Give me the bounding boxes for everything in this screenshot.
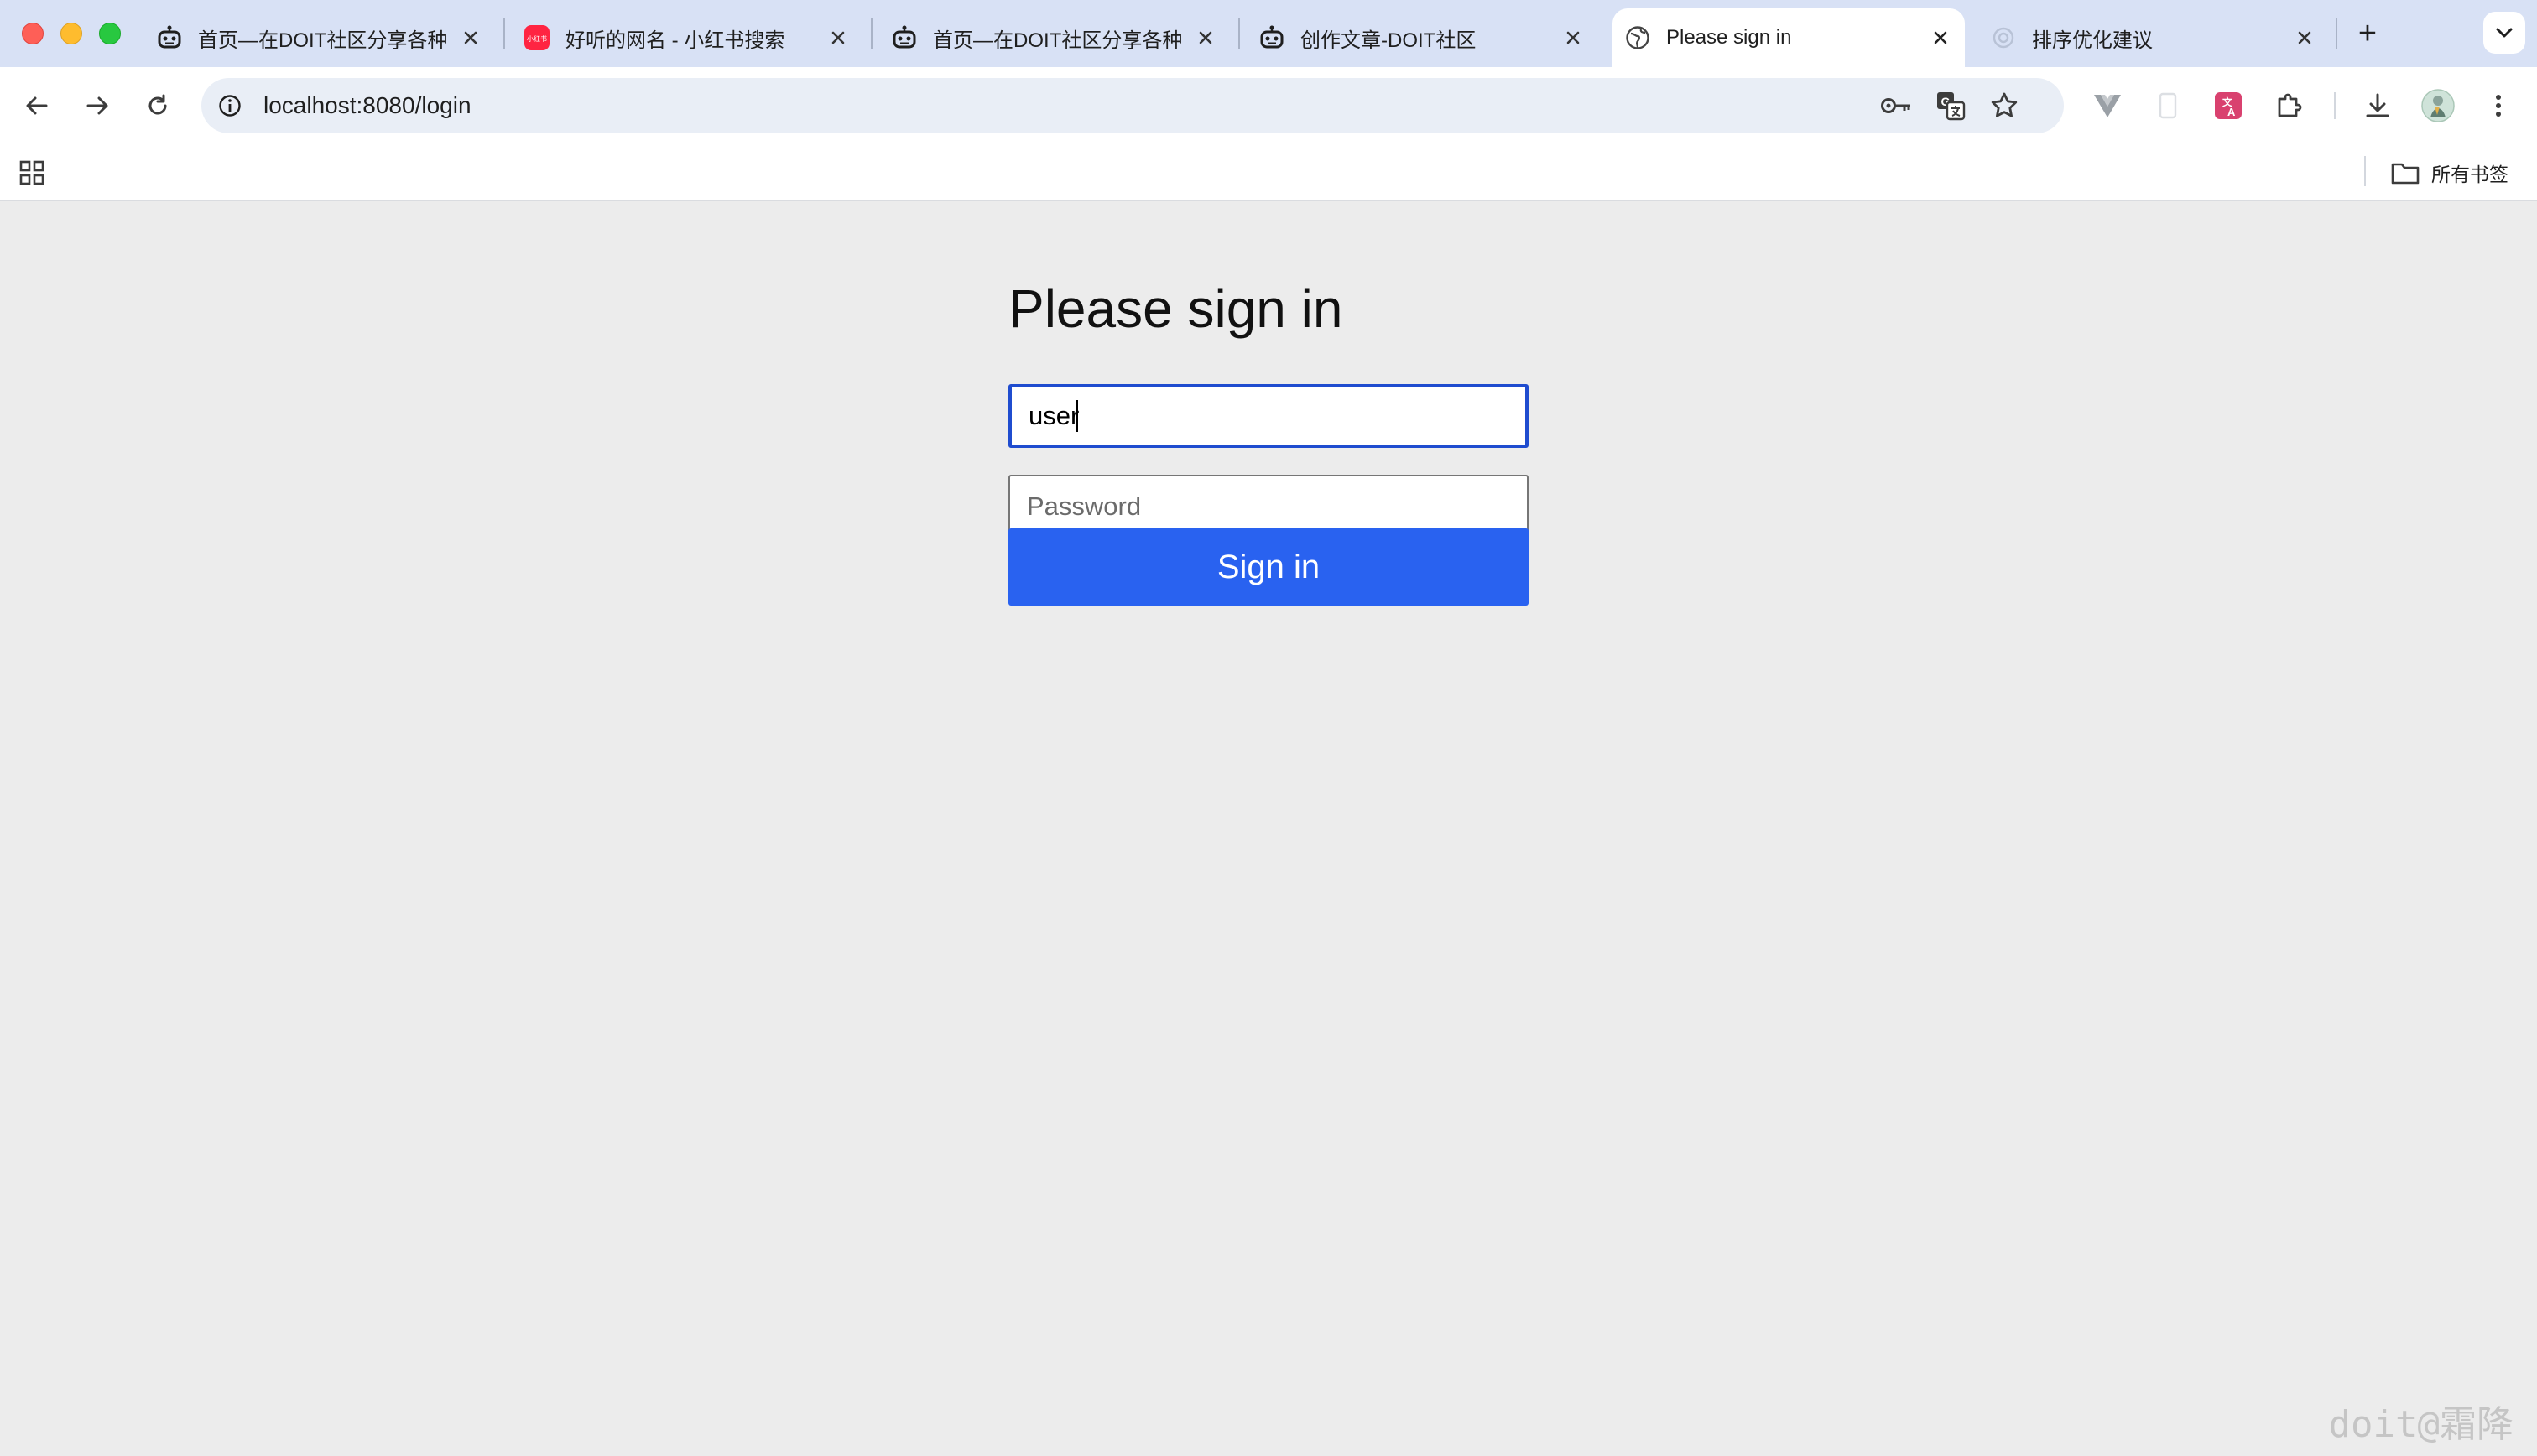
translate-extension-icon[interactable]: 文A	[2208, 86, 2248, 126]
bookmarks-bar: 所有书签	[0, 144, 2537, 201]
close-tab-icon[interactable]	[1926, 23, 1955, 52]
profile-avatar[interactable]	[2418, 86, 2458, 126]
xiaohongshu-icon: 小红书	[524, 24, 550, 51]
tab-separator	[871, 18, 873, 49]
plus-icon: +	[2357, 16, 2378, 51]
tab-doit-home-1[interactable]: 首页—在DOIT社区分享各种	[144, 8, 495, 67]
chevron-down-icon	[2496, 28, 2513, 38]
tab-title: 首页—在DOIT社区分享各种	[198, 29, 448, 52]
tab-separator	[503, 18, 505, 49]
globe-icon	[1624, 24, 1651, 51]
tab-strip: 首页—在DOIT社区分享各种 小红书 好听的网名 - 小红书搜索 首页—在DOI…	[0, 0, 2537, 67]
text-caret	[1076, 400, 1078, 432]
tab-search-button[interactable]	[2483, 12, 2525, 54]
minimize-window-button[interactable]	[60, 23, 82, 44]
more-menu-icon[interactable]	[2478, 86, 2519, 126]
browser-toolbar: localhost:8080/login G 文A	[0, 67, 2537, 144]
extensions-puzzle-icon[interactable]	[2269, 86, 2309, 126]
tab-title: 首页—在DOIT社区分享各种	[933, 29, 1183, 52]
page-heading: Please sign in	[1008, 278, 1343, 339]
bookmark-star-icon[interactable]	[1985, 86, 2024, 125]
vue-devtools-icon[interactable]	[2087, 86, 2128, 126]
tab-title: 排序优化建议	[2032, 29, 2153, 52]
tab-xiaohongshu-search[interactable]: 小红书 好听的网名 - 小红书搜索	[512, 8, 862, 67]
download-icon[interactable]	[2357, 86, 2398, 126]
all-bookmarks-label: 所有书签	[2431, 164, 2508, 186]
reload-button[interactable]	[138, 86, 178, 126]
svg-text:A: A	[2227, 106, 2236, 118]
tab-doit-create-article[interactable]: 创作文章-DOIT社区	[1247, 8, 1597, 67]
browser-window: 首页—在DOIT社区分享各种 小红书 好听的网名 - 小红书搜索 首页—在DOI…	[0, 0, 2537, 1456]
blank-extension-icon[interactable]	[2148, 86, 2188, 126]
close-tab-icon[interactable]	[456, 23, 485, 52]
folder-icon	[2391, 163, 2420, 185]
maximize-window-button[interactable]	[99, 23, 121, 44]
tab-sort-optimization[interactable]: 排序优化建议	[1978, 8, 2329, 67]
sign-in-button[interactable]: Sign in	[1008, 528, 1529, 606]
arrow-right-icon	[86, 96, 108, 115]
new-tab-button[interactable]: +	[2349, 15, 2386, 52]
username-input[interactable]	[1008, 384, 1529, 448]
tab-title: 创作文章-DOIT社区	[1300, 29, 1477, 52]
robot-icon	[156, 24, 183, 51]
close-tab-icon[interactable]	[1559, 23, 1587, 52]
password-key-icon[interactable]	[1878, 86, 1916, 125]
tab-please-sign-in[interactable]: Please sign in	[1612, 8, 1965, 67]
back-button[interactable]	[17, 86, 57, 126]
robot-icon	[1258, 24, 1285, 51]
page-content: Please sign in Sign in	[0, 201, 2537, 1456]
toolbar-separator	[2334, 92, 2336, 119]
arrow-left-icon	[26, 96, 48, 115]
close-tab-icon[interactable]	[2290, 23, 2319, 52]
bookmarks-separator	[2364, 156, 2366, 186]
address-bar[interactable]: localhost:8080/login G	[201, 78, 2064, 133]
tab-separator	[2336, 18, 2337, 49]
close-window-button[interactable]	[22, 23, 44, 44]
all-bookmarks-button[interactable]: 所有书签	[2391, 154, 2508, 191]
tab-doit-home-2[interactable]: 首页—在DOIT社区分享各种	[879, 8, 1230, 67]
translate-icon[interactable]: G	[1931, 86, 1970, 125]
openai-icon	[1990, 24, 2017, 51]
watermark: doit@霜降	[2328, 1403, 2514, 1446]
tab-title: 好听的网名 - 小红书搜索	[565, 29, 785, 52]
svg-text:小红书: 小红书	[527, 34, 547, 43]
tab-title: Please sign in	[1666, 26, 1792, 49]
close-tab-icon[interactable]	[824, 23, 852, 52]
tab-separator	[1238, 18, 1240, 49]
reload-icon	[148, 94, 167, 115]
url-text: localhost:8080/login	[263, 92, 471, 118]
close-tab-icon[interactable]	[1191, 23, 1220, 52]
site-info-icon[interactable]	[216, 92, 243, 119]
apps-grid-icon[interactable]	[18, 159, 45, 186]
robot-icon	[891, 24, 918, 51]
forward-button[interactable]	[77, 86, 117, 126]
